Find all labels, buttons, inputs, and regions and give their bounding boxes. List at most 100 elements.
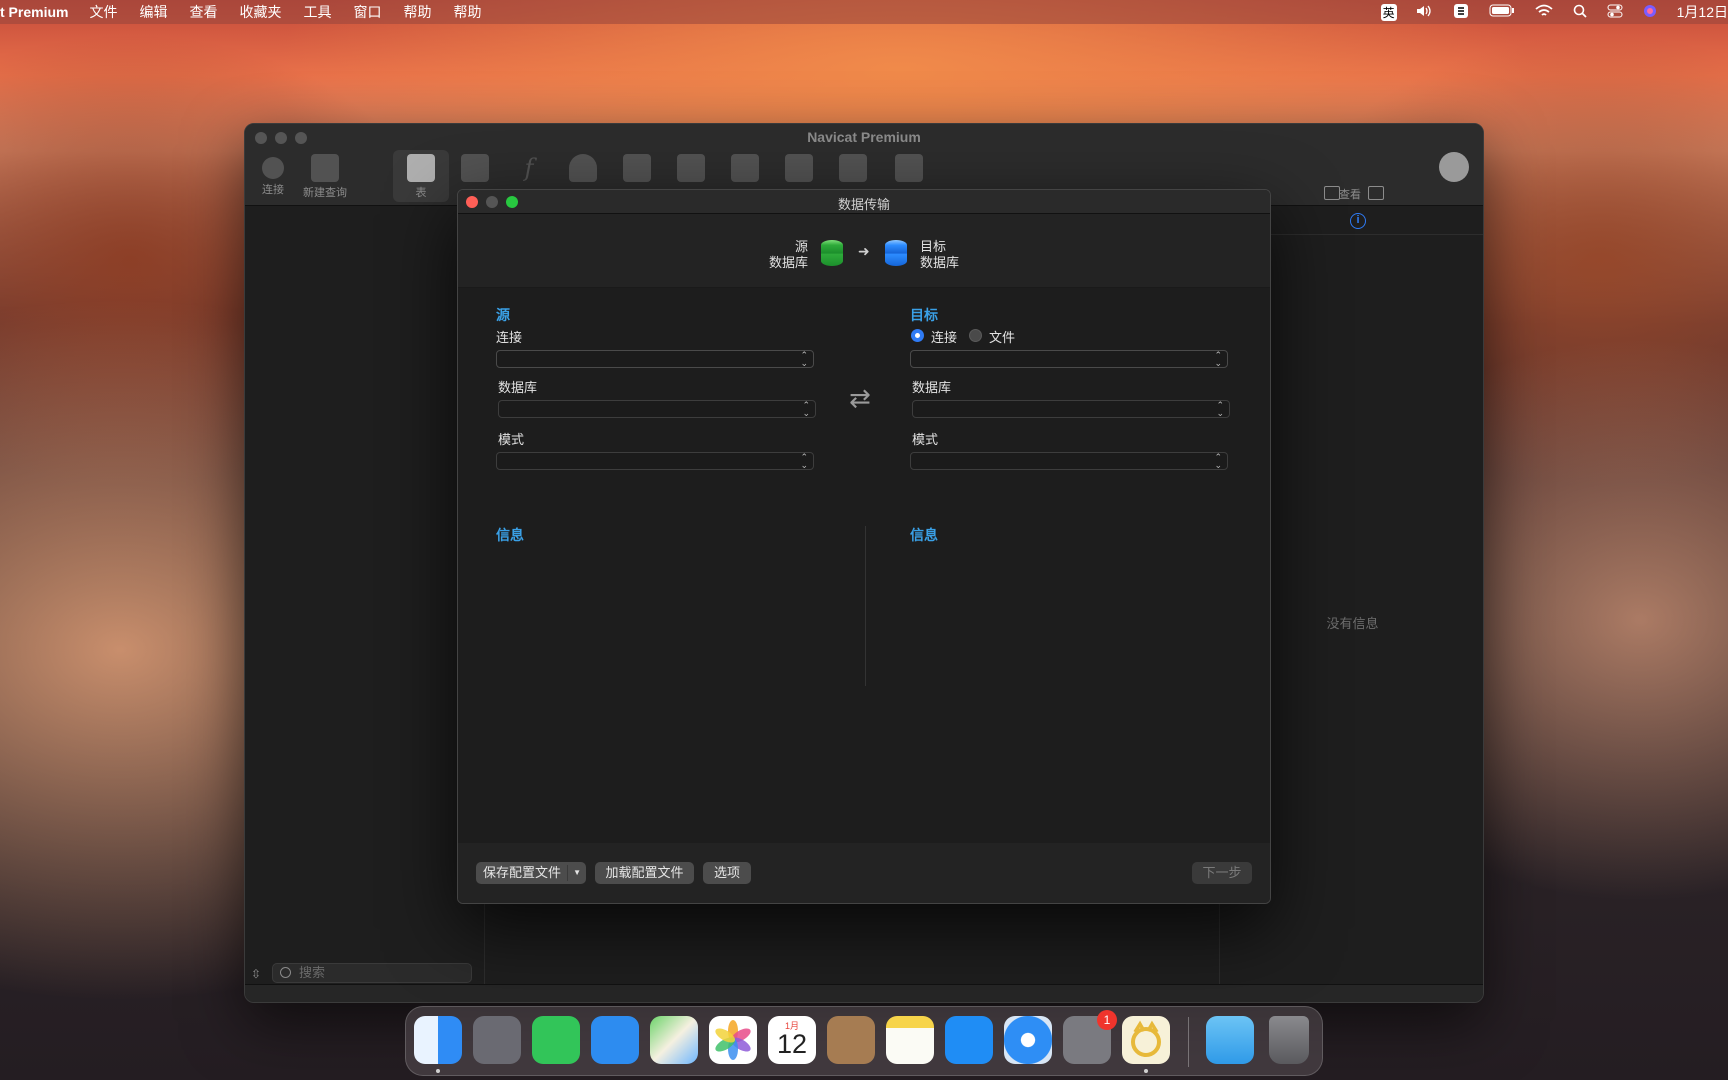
connection-sidebar: ⇳ 搜索 — [245, 207, 485, 987]
target-section-title: 目标 — [910, 307, 938, 323]
query-icon — [677, 154, 705, 182]
navicat-icon[interactable] — [1122, 1016, 1170, 1064]
contacts-icon[interactable] — [827, 1016, 875, 1064]
header-target-line2: 数据库 — [920, 255, 960, 270]
header-source-label: 源 数据库 — [769, 239, 808, 271]
select-chevrons-icon: ⌃ ⌄ — [802, 400, 810, 418]
input-method-icon[interactable]: 英 — [1380, 3, 1397, 21]
sort-icon[interactable]: ⇳ — [251, 967, 261, 981]
header-target-line1: 目标 — [920, 239, 947, 254]
toolbar-table-button[interactable]: 表 — [393, 150, 449, 202]
select-chevrons-icon: ⌃ ⌄ — [1216, 400, 1224, 418]
right-panel-toggle-icon[interactable] — [1368, 186, 1384, 200]
wifi-icon[interactable] — [1525, 4, 1563, 21]
notes-icon[interactable] — [886, 1016, 934, 1064]
dialog-footer: 保存配置文件 ▼ 加载配置文件 选项 下一步 — [458, 843, 1270, 903]
dropdown-caret-icon[interactable]: ▼ — [573, 862, 581, 884]
target-file-radio-label[interactable]: 文件 — [989, 327, 1015, 346]
save-profile-button[interactable]: 保存配置文件 ▼ — [476, 862, 586, 884]
siri-icon[interactable] — [1633, 4, 1667, 21]
menu-help-2[interactable]: 帮助 — [442, 2, 492, 22]
menubar: t Premium 文件 编辑 查看 收藏夹 工具 窗口 帮助 帮助 英 1月1… — [0, 0, 1728, 24]
finder-running-indicator — [436, 1069, 440, 1073]
toolbar-table-label: 表 — [415, 187, 427, 199]
target-schema-select[interactable]: ⌃ ⌄ — [910, 452, 1228, 470]
toolbar-new-query-label: 新建查询 — [303, 187, 347, 199]
dock-separator — [1188, 1017, 1189, 1067]
settings-notification-badge: 1 — [1097, 1010, 1117, 1030]
menu-favorites[interactable]: 收藏夹 — [228, 2, 292, 22]
menu-tools[interactable]: 工具 — [292, 2, 342, 22]
select-chevrons-icon: ⌃ ⌄ — [1214, 350, 1222, 368]
toolbar-connect-label: 连接 — [262, 184, 284, 196]
account-avatar[interactable] — [1439, 152, 1469, 182]
menu-edit[interactable]: 编辑 — [128, 2, 178, 22]
info-divider — [865, 526, 866, 686]
save-profile-label: 保存配置文件 — [482, 865, 561, 880]
battery-icon[interactable] — [1479, 4, 1525, 20]
app-store-icon[interactable] — [945, 1016, 993, 1064]
menu-view[interactable]: 查看 — [178, 2, 228, 22]
app-menu[interactable]: t Premium — [0, 4, 78, 20]
menu-help[interactable]: 帮助 — [392, 2, 442, 22]
select-chevrons-icon: ⌃ ⌄ — [1214, 452, 1222, 470]
launchpad-icon[interactable] — [473, 1016, 521, 1064]
target-info-title: 信息 — [910, 527, 938, 543]
source-section-title: 源 — [496, 307, 510, 323]
target-connection-select[interactable]: ⌃ ⌄ — [910, 350, 1228, 368]
info-icon[interactable]: i — [1350, 213, 1366, 229]
function-icon: f — [524, 154, 534, 182]
new-query-icon — [311, 154, 339, 182]
sidebar-search-input[interactable]: 搜索 — [272, 963, 472, 983]
maps-icon[interactable] — [650, 1016, 698, 1064]
mail-icon[interactable] — [591, 1016, 639, 1064]
menu-window[interactable]: 窗口 — [342, 2, 392, 22]
window-title: Navicat Premium — [807, 129, 921, 145]
status-menus: 英 1月12日 — [1380, 0, 1728, 24]
target-database-select[interactable]: ⌃ ⌄ — [912, 400, 1230, 418]
options-button[interactable]: 选项 — [703, 862, 751, 884]
plug-icon — [262, 157, 284, 179]
navicat-running-indicator — [1144, 1069, 1148, 1073]
toolbar-new-query-button[interactable]: 新建查询 — [297, 150, 353, 202]
source-connection-select[interactable]: ⌃ ⌄ — [496, 350, 814, 368]
left-panel-toggle-icon[interactable] — [1324, 186, 1340, 200]
model-icon — [839, 154, 867, 182]
menu-file[interactable]: 文件 — [78, 2, 128, 22]
downloads-folder-icon[interactable] — [1206, 1016, 1254, 1064]
toolbar-connect-button[interactable]: 连接 — [245, 150, 301, 202]
swap-arrows-icon[interactable]: ⇄ — [849, 385, 871, 411]
target-file-radio[interactable] — [969, 329, 982, 342]
window-statusbar — [245, 984, 1483, 1002]
chart-icon — [895, 154, 923, 182]
source-schema-label: 模式 — [498, 432, 525, 447]
control-center-icon[interactable] — [1597, 4, 1633, 21]
dock: 1月 12 1 — [405, 1006, 1323, 1076]
source-database-icon — [821, 240, 843, 266]
dialog-title: 数据传输 — [837, 197, 890, 212]
target-connection-radio-label[interactable]: 连接 — [931, 327, 957, 346]
next-button[interactable]: 下一步 — [1192, 862, 1252, 884]
calendar-icon[interactable]: 1月 12 — [768, 1016, 816, 1064]
calendar-day: 12 — [776, 1029, 808, 1059]
safari-icon[interactable] — [1004, 1016, 1052, 1064]
finder-icon[interactable] — [414, 1016, 462, 1064]
volume-icon[interactable] — [1405, 4, 1443, 21]
source-schema-select[interactable]: ⌃ ⌄ — [496, 452, 814, 470]
table-icon — [407, 154, 435, 182]
source-database-label: 数据库 — [498, 380, 538, 395]
photos-icon[interactable] — [709, 1016, 757, 1064]
select-chevrons-icon: ⌃ ⌄ — [800, 350, 808, 368]
target-connection-radio[interactable] — [911, 329, 924, 342]
dialog-titlebar: 数据传输 — [458, 190, 1270, 214]
user-icon — [569, 154, 597, 182]
messages-icon[interactable] — [532, 1016, 580, 1064]
system-settings-icon[interactable]: 1 — [1063, 1010, 1117, 1064]
app-status-icon[interactable] — [1443, 3, 1479, 22]
menubar-clock[interactable]: 1月12日 — [1667, 2, 1728, 22]
source-database-select[interactable]: ⌃ ⌄ — [498, 400, 816, 418]
spotlight-icon[interactable] — [1563, 4, 1597, 21]
load-profile-button[interactable]: 加载配置文件 — [595, 862, 694, 884]
button-separator — [567, 865, 568, 881]
trash-icon[interactable] — [1269, 1016, 1309, 1064]
